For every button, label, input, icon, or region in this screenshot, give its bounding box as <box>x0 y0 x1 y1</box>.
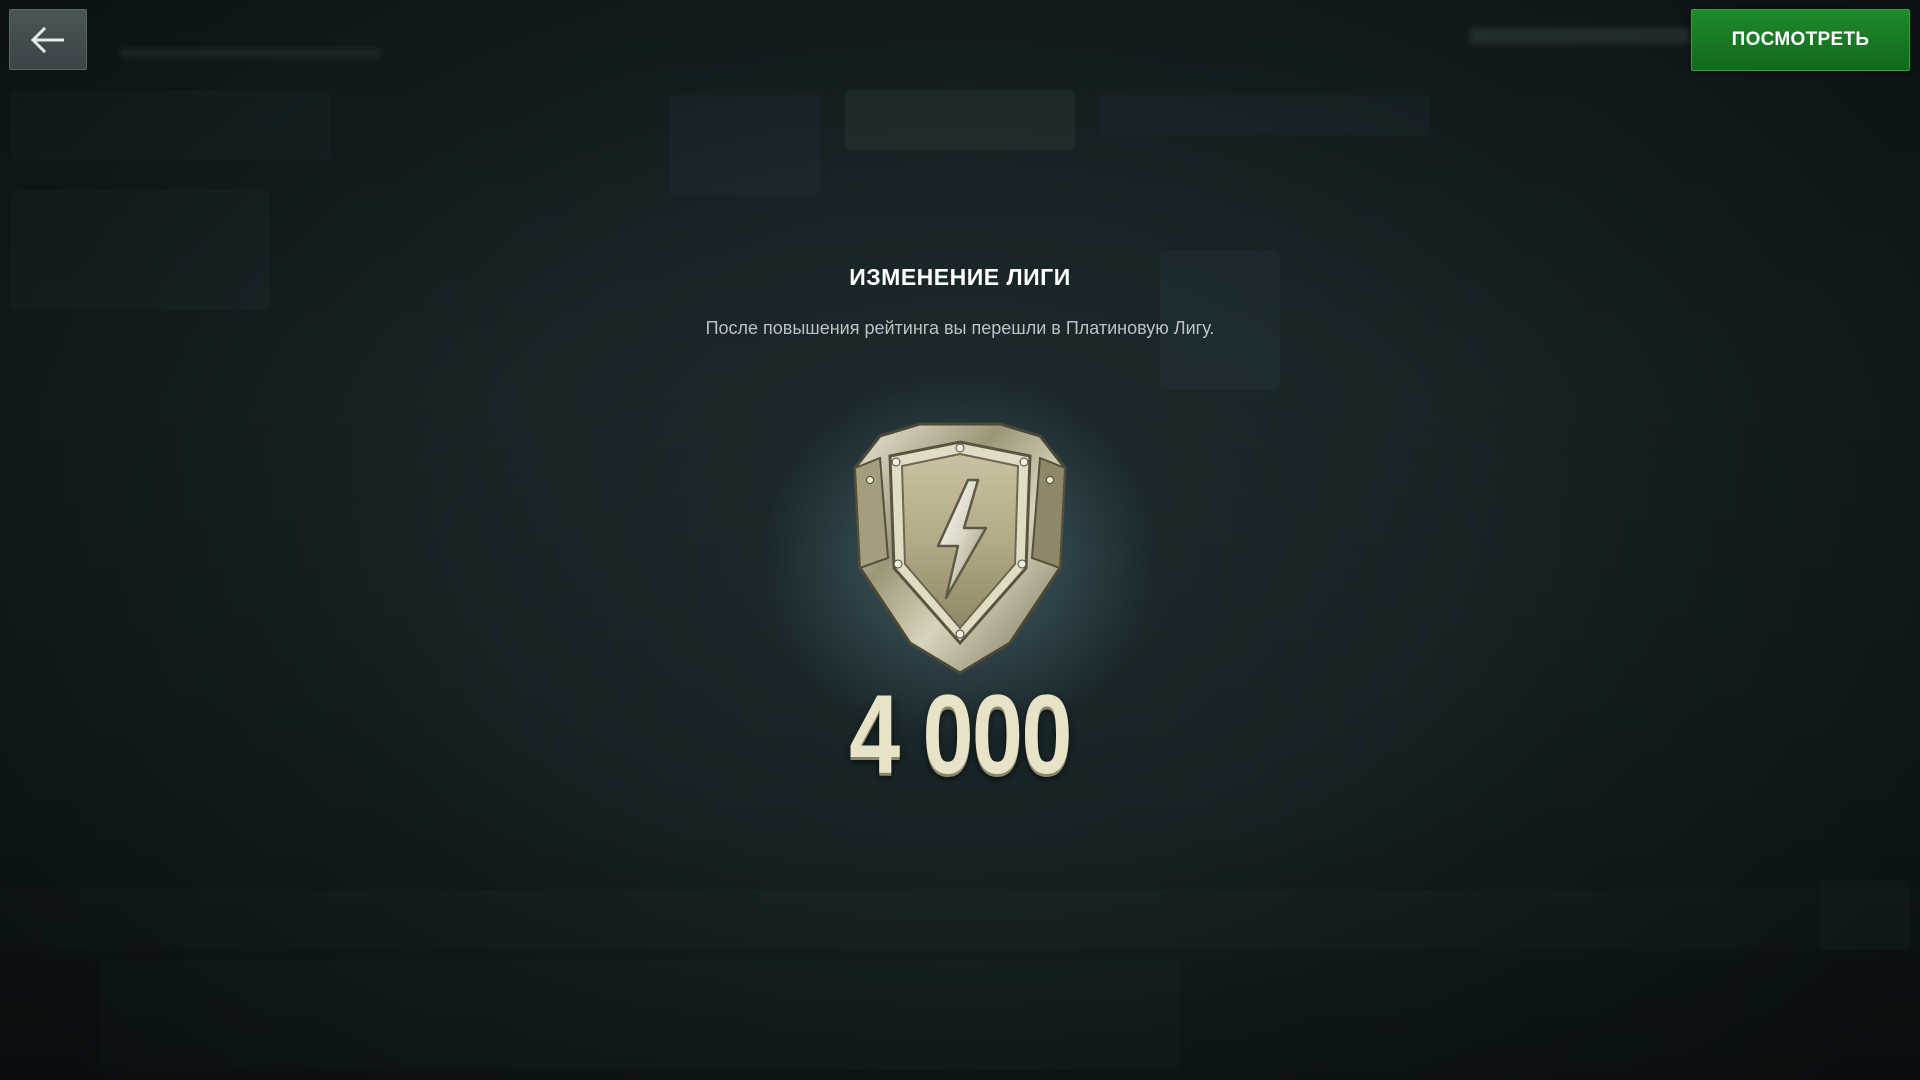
league-change-screen: ПОСМОТРЕТЬ ИЗМЕНЕНИЕ ЛИГИ После повышени… <box>0 0 1920 1080</box>
league-change-dialog: ИЗМЕНЕНИЕ ЛИГИ После повышения рейтинга … <box>0 0 1920 1080</box>
rating-value: 4 000 <box>849 672 1072 797</box>
platinum-league-shield-icon <box>850 418 1070 678</box>
dialog-message: После повышения рейтинга вы перешли в Пл… <box>705 318 1215 338</box>
dialog-title: ИЗМЕНЕНИЕ ЛИГИ <box>849 264 1071 290</box>
